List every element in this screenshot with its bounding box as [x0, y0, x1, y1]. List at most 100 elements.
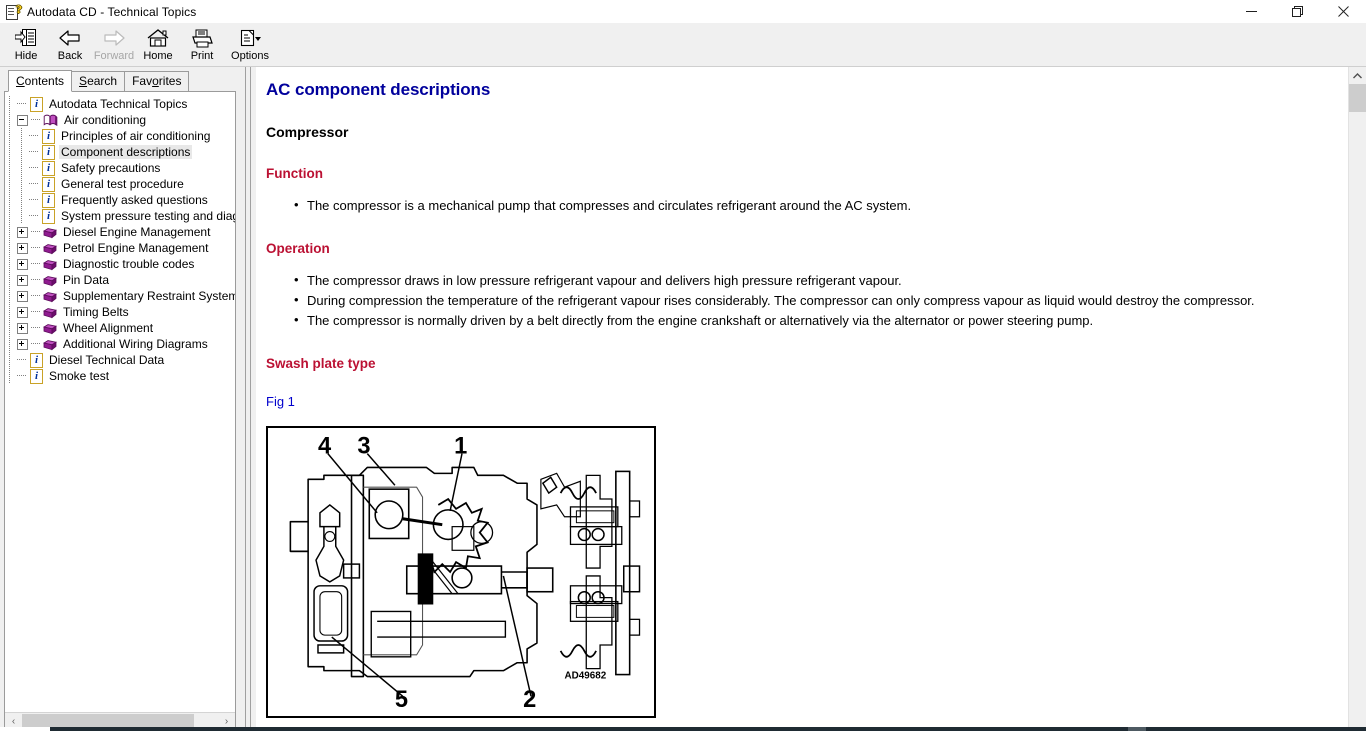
closed-book-icon — [43, 243, 57, 255]
tab-favorites[interactable]: Favorites — [124, 71, 190, 91]
tree-expand-toggle[interactable] — [17, 338, 28, 350]
tree-expand-toggle[interactable] — [17, 274, 28, 286]
tree-item-wheel-alignment[interactable]: Wheel Alignment — [5, 320, 235, 336]
hide-pane-icon — [15, 26, 37, 50]
tree-guide — [5, 320, 17, 336]
tree-expand-toggle[interactable] — [17, 242, 28, 254]
tree-item-label: Diesel Technical Data — [49, 353, 165, 367]
back-button[interactable]: Back — [48, 23, 92, 66]
content-scroll-thumb[interactable] — [1349, 84, 1366, 112]
tree-collapse-toggle[interactable] — [17, 114, 28, 126]
list-item: The compressor draws in low pressure ref… — [294, 270, 1334, 291]
tree-item-label: Diagnostic trouble codes — [63, 257, 195, 271]
tab-search[interactable]: Search — [71, 71, 126, 91]
open-book-icon — [43, 113, 58, 127]
tree-item-frequently-asked-questions[interactable]: Frequently asked questions — [5, 192, 235, 208]
section-heading-swash-plate: Swash plate type — [266, 356, 376, 371]
tree-item-system-pressure-testing-and-diagr[interactable]: System pressure testing and diagr — [5, 208, 235, 224]
tree-guide — [5, 128, 17, 144]
tree-item-label: Component descriptions — [59, 145, 193, 159]
tree-item-label: General test procedure — [61, 177, 184, 191]
contents-tree-frame: Autodata Technical Topics Air conditioni… — [4, 91, 236, 731]
tree-item-label: Additional Wiring Diagrams — [63, 337, 208, 351]
tree-connector — [31, 112, 43, 128]
scroll-up-icon[interactable] — [1349, 67, 1366, 84]
operation-bullet-list: The compressor draws in low pressure ref… — [266, 270, 1334, 331]
tree-item-air-conditioning[interactable]: Air conditioning — [5, 112, 235, 128]
tab-contents-label: ontents — [24, 74, 65, 88]
home-button[interactable]: Home — [136, 23, 180, 66]
tree-item-label: Diesel Engine Management — [63, 225, 211, 239]
tree-guide — [5, 368, 17, 384]
tree-item-diesel-technical-data[interactable]: Diesel Technical Data — [5, 352, 235, 368]
tree-connector — [17, 368, 29, 384]
tree-connector — [29, 208, 41, 224]
pane-splitter[interactable] — [240, 67, 256, 731]
tree-item-label: Wheel Alignment — [63, 321, 154, 335]
maximize-restore-button[interactable] — [1274, 0, 1320, 23]
tree-guide — [17, 160, 29, 176]
info-page-icon — [30, 352, 43, 368]
tree-item-diagnostic-trouble-codes[interactable]: Diagnostic trouble codes — [5, 256, 235, 272]
tree-guide — [5, 352, 17, 368]
tree-connector — [29, 128, 41, 144]
nav-tabs: Contents Search Favorites — [4, 70, 236, 92]
tree-item-additional-wiring-diagrams[interactable]: Additional Wiring Diagrams — [5, 336, 235, 352]
close-button[interactable] — [1320, 0, 1366, 23]
info-page-icon — [42, 192, 55, 208]
callout-3: 3 — [357, 434, 370, 460]
tree-connector — [17, 352, 29, 368]
contents-tree[interactable]: Autodata Technical Topics Air conditioni… — [5, 92, 235, 712]
document-body: AC component descriptions Compressor Fun… — [256, 67, 1348, 731]
tree-item-supplementary-restraint-systems[interactable]: Supplementary Restraint Systems — [5, 288, 235, 304]
tree-item-pin-data[interactable]: Pin Data — [5, 272, 235, 288]
tree-item-smoke-test[interactable]: Smoke test — [5, 368, 235, 384]
taskbar-right-segment — [1128, 727, 1146, 731]
figure-reference-code: AD49682 — [565, 671, 607, 682]
tree-guide — [5, 272, 17, 288]
splitter-bar[interactable] — [245, 67, 251, 731]
tree-item-safety-precautions[interactable]: Safety precautions — [5, 160, 235, 176]
tree-item-label: Pin Data — [63, 273, 110, 287]
tree-guide — [17, 208, 29, 224]
print-button-label: Print — [190, 50, 214, 62]
tree-item-principles-of-air-conditioning[interactable]: Principles of air conditioning — [5, 128, 235, 144]
function-bullet-list: The compressor is a mechanical pump that… — [266, 195, 1334, 216]
tree-item-label: Timing Belts — [63, 305, 129, 319]
tree-item-label: Principles of air conditioning — [61, 129, 211, 143]
tree-connector — [31, 272, 43, 288]
options-icon — [238, 26, 262, 50]
tree-item-timing-belts[interactable]: Timing Belts — [5, 304, 235, 320]
tree-item-label: Smoke test — [49, 369, 110, 383]
tree-expand-toggle[interactable] — [17, 322, 28, 334]
print-button[interactable]: Print — [180, 23, 224, 66]
compressor-cutaway-drawing: 4 3 1 5 2 AD49682 — [289, 434, 641, 713]
callout-2: 2 — [523, 687, 536, 713]
closed-book-icon — [43, 227, 57, 239]
tree-item-general-test-procedure[interactable]: General test procedure — [5, 176, 235, 192]
tree-item-petrol-engine-management[interactable]: Petrol Engine Management — [5, 240, 235, 256]
tree-expand-toggle[interactable] — [17, 258, 28, 270]
tree-expand-toggle[interactable] — [17, 306, 28, 318]
back-arrow-icon — [59, 26, 81, 50]
tree-item-diesel-engine-management[interactable]: Diesel Engine Management — [5, 224, 235, 240]
tree-guide — [17, 144, 29, 160]
tree-item-label: Petrol Engine Management — [63, 241, 209, 255]
content-vertical-scrollbar[interactable] — [1348, 67, 1366, 731]
tree-item-autodata-technical-topics[interactable]: Autodata Technical Topics — [5, 96, 235, 112]
figure-caption: Fig 1 — [266, 394, 295, 409]
tab-contents[interactable]: Contents — [8, 70, 73, 92]
tree-guide — [5, 208, 17, 224]
tree-guide — [5, 224, 17, 240]
hide-button[interactable]: Hide — [4, 23, 48, 66]
options-button[interactable]: Options — [224, 23, 276, 66]
minimize-button[interactable] — [1228, 0, 1274, 23]
tab-search-label: earch — [87, 74, 118, 88]
callout-5: 5 — [395, 687, 408, 713]
options-button-label: Options — [231, 50, 269, 62]
tree-guide — [17, 192, 29, 208]
tree-expand-toggle[interactable] — [17, 290, 28, 302]
tree-item-component-descriptions[interactable]: Component descriptions — [5, 144, 235, 160]
tree-expand-toggle[interactable] — [17, 226, 28, 238]
printer-icon — [191, 26, 213, 50]
